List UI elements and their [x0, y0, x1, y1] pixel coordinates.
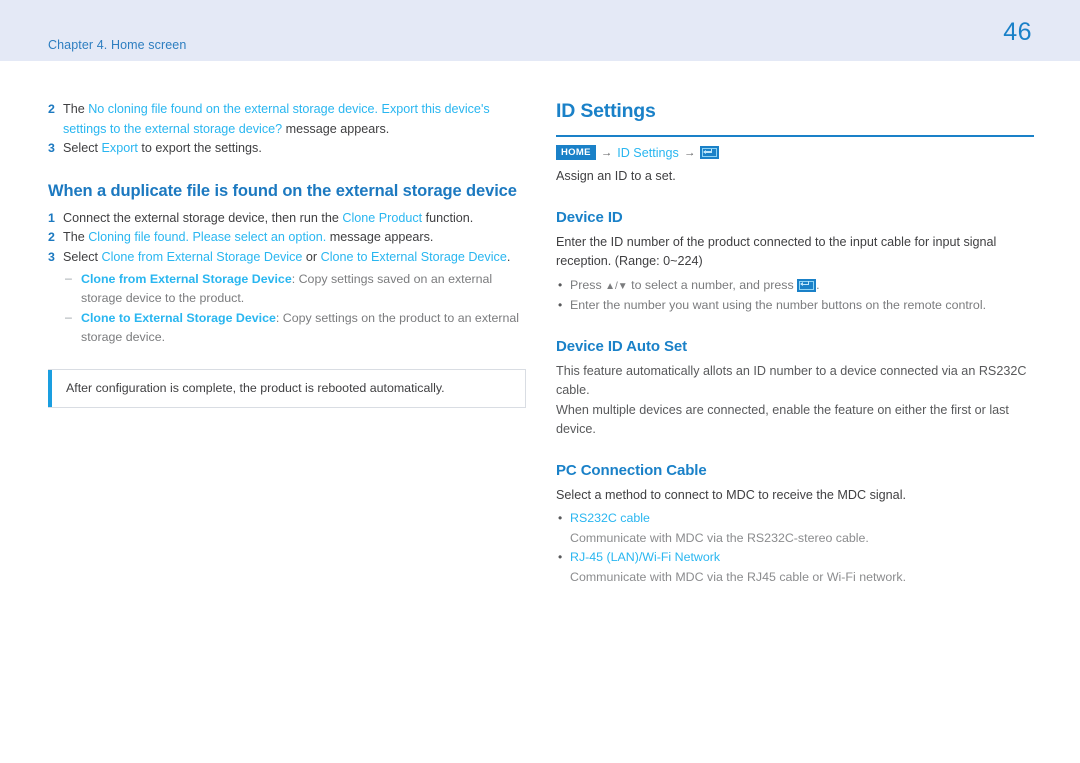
option-term[interactable]: RS232C cable — [570, 511, 650, 525]
chapter-label: Chapter 4. Home screen — [48, 38, 187, 52]
step-suffix: message appears. — [326, 230, 434, 244]
step-prefix: The — [63, 230, 89, 244]
section-heading-device-id: Device ID — [556, 208, 623, 226]
breadcrumb-item-id-settings[interactable]: ID Settings — [617, 146, 679, 160]
breadcrumb-arrow-icon: → — [683, 146, 696, 159]
step-prefix: Connect the external storage device, the… — [63, 210, 343, 225]
left-column: 2 The No cloning file found on the extern… — [48, 100, 526, 408]
section-heading-pc-connection-cable: PC Connection Cable — [556, 461, 707, 479]
step-suffix: to export the settings. — [137, 141, 262, 155]
pc-connection-options: • RS232C cable Communicate with MDC via t… — [556, 509, 1034, 587]
bullet-marker: • — [558, 511, 563, 525]
list-item: – Clone from External Storage Device: Cop… — [63, 270, 526, 308]
step-suffix: . — [506, 249, 511, 264]
step-prefix: Select — [63, 141, 102, 155]
title-divider — [556, 135, 1034, 137]
step-link[interactable]: Export — [102, 141, 138, 155]
list-item: 2 The No cloning file found on the extern… — [48, 100, 526, 139]
bullet-marker: • — [558, 277, 563, 292]
note-accent-bar — [48, 370, 52, 407]
option-term[interactable]: RJ-45 (LAN)/Wi-Fi Network — [570, 550, 720, 564]
option-description: Communicate with MDC via the RS232C-ster… — [570, 530, 869, 545]
list-item: 1 Connect the external storage device, th… — [48, 209, 526, 229]
arrow-keys-icon: ▲/▼ — [605, 280, 628, 292]
step-link[interactable]: Cloning file found. Please select an opt… — [88, 230, 326, 244]
step-prefix: Select — [63, 249, 102, 264]
steps-list-bottom: 1 Connect the external storage device, th… — [48, 209, 526, 348]
sub-item-term[interactable]: Clone to External Storage Device — [81, 311, 276, 325]
note-box: After configuration is complete, the pro… — [48, 369, 526, 408]
list-item: – Clone to External Storage Device: Copy … — [63, 309, 526, 347]
step-link[interactable]: Clone Product — [342, 211, 422, 225]
list-item: • Enter the number you want using the num… — [556, 296, 1034, 316]
section-paragraph: Enter the ID number of the product conne… — [556, 234, 997, 269]
right-column: ID Settings HOME → ID Settings → Assign … — [556, 100, 1034, 587]
enter-key-icon — [797, 278, 817, 292]
step-link-clone-from[interactable]: Clone from External Storage Device — [102, 250, 303, 264]
step-number: 2 — [48, 102, 55, 116]
step-suffix: message appears. — [282, 121, 390, 136]
bullet-suffix: . — [816, 277, 820, 292]
section-heading-device-id-auto-set: Device ID Auto Set — [556, 337, 688, 355]
breadcrumb-arrow-icon: → — [600, 146, 613, 159]
step-mid: or — [302, 249, 321, 264]
section-paragraph: Select a method to connect to MDC to rec… — [556, 487, 906, 502]
list-item: 2 The Cloning file found. Please select a… — [48, 228, 526, 248]
step-link[interactable]: No cloning file found on the external st… — [63, 102, 490, 136]
bullet-prefix: Press — [570, 277, 606, 292]
step-number: 2 — [48, 230, 55, 244]
sub-items-list: – Clone from External Storage Device: Cop… — [63, 270, 526, 347]
note-text: After configuration is complete, the pro… — [66, 381, 445, 395]
step-suffix: function. — [422, 210, 474, 225]
list-item: 3 Select Clone from External Storage Devi… — [48, 248, 526, 348]
section-paragraph: This feature automatically allots an ID … — [556, 363, 1027, 398]
enter-key-icon — [700, 146, 720, 159]
list-item: • RJ-45 (LAN)/Wi-Fi Network — [556, 548, 1034, 568]
sub-item-term[interactable]: Clone from External Storage Device — [81, 272, 292, 286]
bullet-marker: • — [558, 298, 563, 312]
step-prefix: The — [63, 102, 89, 116]
breadcrumb-home-badge[interactable]: HOME — [556, 145, 596, 160]
page-number: 46 — [1003, 18, 1032, 46]
manual-page: Chapter 4. Home screen 46 2 The No clonin… — [0, 0, 1080, 763]
option-description: Communicate with MDC via the RJ45 cable … — [570, 569, 907, 584]
device-id-bullets: • Press ▲/▼ to select a number, and press… — [556, 276, 1034, 316]
breadcrumb: HOME → ID Settings → — [556, 145, 1034, 160]
list-item: • RS232C cable — [556, 509, 1034, 529]
bullet-marker: • — [558, 550, 563, 564]
step-number: 1 — [48, 210, 55, 225]
section-heading-duplicate-file: When a duplicate file is found on the ex… — [48, 181, 517, 200]
list-item: 3 Select Export to export the settings. — [48, 139, 526, 159]
steps-list-top: 2 The No cloning file found on the extern… — [48, 100, 526, 159]
page-title: ID Settings — [556, 100, 656, 122]
step-link-clone-to[interactable]: Clone to External Storage Device — [321, 250, 507, 264]
dash-marker: – — [65, 310, 72, 324]
bullet-prefix: Enter the number you want using the numb… — [570, 298, 987, 312]
dash-marker: – — [65, 271, 72, 285]
intro-text: Assign an ID to a set. — [556, 169, 676, 183]
bullet-mid: to select a number, and press — [627, 277, 798, 292]
section-paragraph: When multiple devices are connected, ena… — [556, 402, 1009, 437]
step-number: 3 — [48, 141, 55, 155]
list-item: • Press ▲/▼ to select a number, and press… — [556, 276, 1034, 297]
step-number: 3 — [48, 249, 55, 264]
